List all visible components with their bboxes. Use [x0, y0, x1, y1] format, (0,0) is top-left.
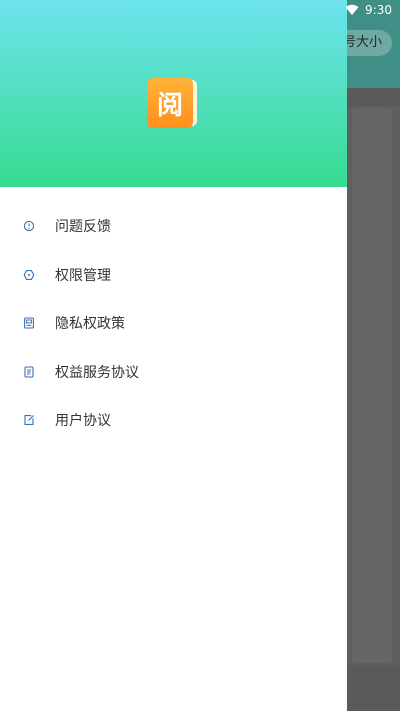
drawer-header: 阅: [0, 0, 347, 187]
menu-item-label: 用户协议: [55, 413, 111, 430]
privacy-policy-icon: [23, 317, 35, 329]
service-agreement-icon: [23, 366, 35, 378]
background-content-card: [352, 108, 392, 663]
menu-item-label: 隐私权政策: [55, 316, 125, 333]
app-logo-icon: 阅: [147, 78, 193, 128]
menu-item-feedback[interactable]: 问题反馈: [0, 202, 347, 251]
wifi-icon: [345, 4, 359, 15]
menu-item-service-agreement[interactable]: 权益服务协议: [0, 348, 347, 397]
status-bar: 9:30: [0, 0, 400, 20]
menu-item-user-agreement[interactable]: 用户协议: [0, 396, 347, 445]
status-time: 9:30: [365, 3, 392, 17]
menu-item-permissions[interactable]: 权限管理: [0, 251, 347, 300]
menu-item-privacy-policy[interactable]: 隐私权政策: [0, 299, 347, 348]
menu-item-label: 问题反馈: [55, 219, 111, 236]
menu-item-label: 权益服务协议: [55, 364, 139, 381]
permission-icon: [23, 269, 35, 281]
menu-item-label: 权限管理: [55, 267, 111, 284]
user-agreement-icon: [23, 414, 35, 426]
navigation-drawer: 阅 问题反馈 权限管理 隐私权政策 权益服务协议 用户协议: [0, 0, 347, 711]
feedback-icon: [23, 220, 35, 232]
drawer-menu: 问题反馈 权限管理 隐私权政策 权益服务协议 用户协议: [0, 202, 347, 445]
app-logo: 阅: [147, 78, 197, 128]
